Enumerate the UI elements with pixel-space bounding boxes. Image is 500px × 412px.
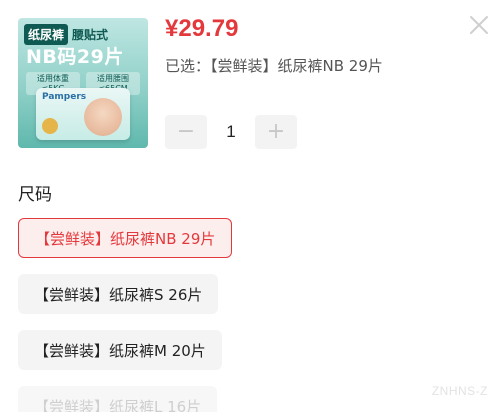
price-value: 29.79 <box>178 15 239 42</box>
spec-waist-label: 适用腰围 <box>97 74 129 83</box>
price: ¥29.79 <box>165 15 238 43</box>
size-option-m[interactable]: 【尝鲜装】纸尿裤M 20片 <box>18 330 222 370</box>
close-button[interactable] <box>466 12 492 38</box>
watermark: ZNHNS-Z <box>431 384 488 398</box>
size-section-title: 尺码 <box>18 185 52 205</box>
pack-badge-icon <box>42 118 58 134</box>
size-option-nb[interactable]: 【尝鲜装】纸尿裤NB 29片 <box>18 218 233 258</box>
selected-variant-summary: 已选：【尝鲜装】纸尿裤NB 29片 <box>165 57 383 75</box>
diaper-pack-illustration: Pampers <box>36 88 130 140</box>
quantity-stepper: − 1 + <box>165 115 297 149</box>
thumbnail-tag-tape: 腰贴式 <box>72 28 109 42</box>
spec-weight-label: 适用体重 <box>37 74 69 83</box>
baby-image <box>84 98 122 136</box>
decrease-quantity-button[interactable]: − <box>165 115 207 149</box>
sku-selector-sheet: 纸尿裤 腰贴式 NB码29片 适用体重 ≤5KG 适用腰围 ≤65CM Pamp… <box>0 0 500 412</box>
thumbnail-size-text: NB码29片 <box>26 46 124 68</box>
price-currency-symbol: ¥ <box>165 15 179 42</box>
size-option-l[interactable]: 【尝鲜装】纸尿裤L 16片 <box>18 386 218 412</box>
brand-logo-text: Pampers <box>42 92 87 102</box>
close-icon <box>470 16 488 34</box>
product-thumbnail: 纸尿裤 腰贴式 NB码29片 适用体重 ≤5KG 适用腰围 ≤65CM Pamp… <box>18 18 148 148</box>
increase-quantity-button[interactable]: + <box>255 115 297 149</box>
quantity-value[interactable]: 1 <box>207 122 255 142</box>
size-option-s[interactable]: 【尝鲜装】纸尿裤S 26片 <box>18 274 219 314</box>
